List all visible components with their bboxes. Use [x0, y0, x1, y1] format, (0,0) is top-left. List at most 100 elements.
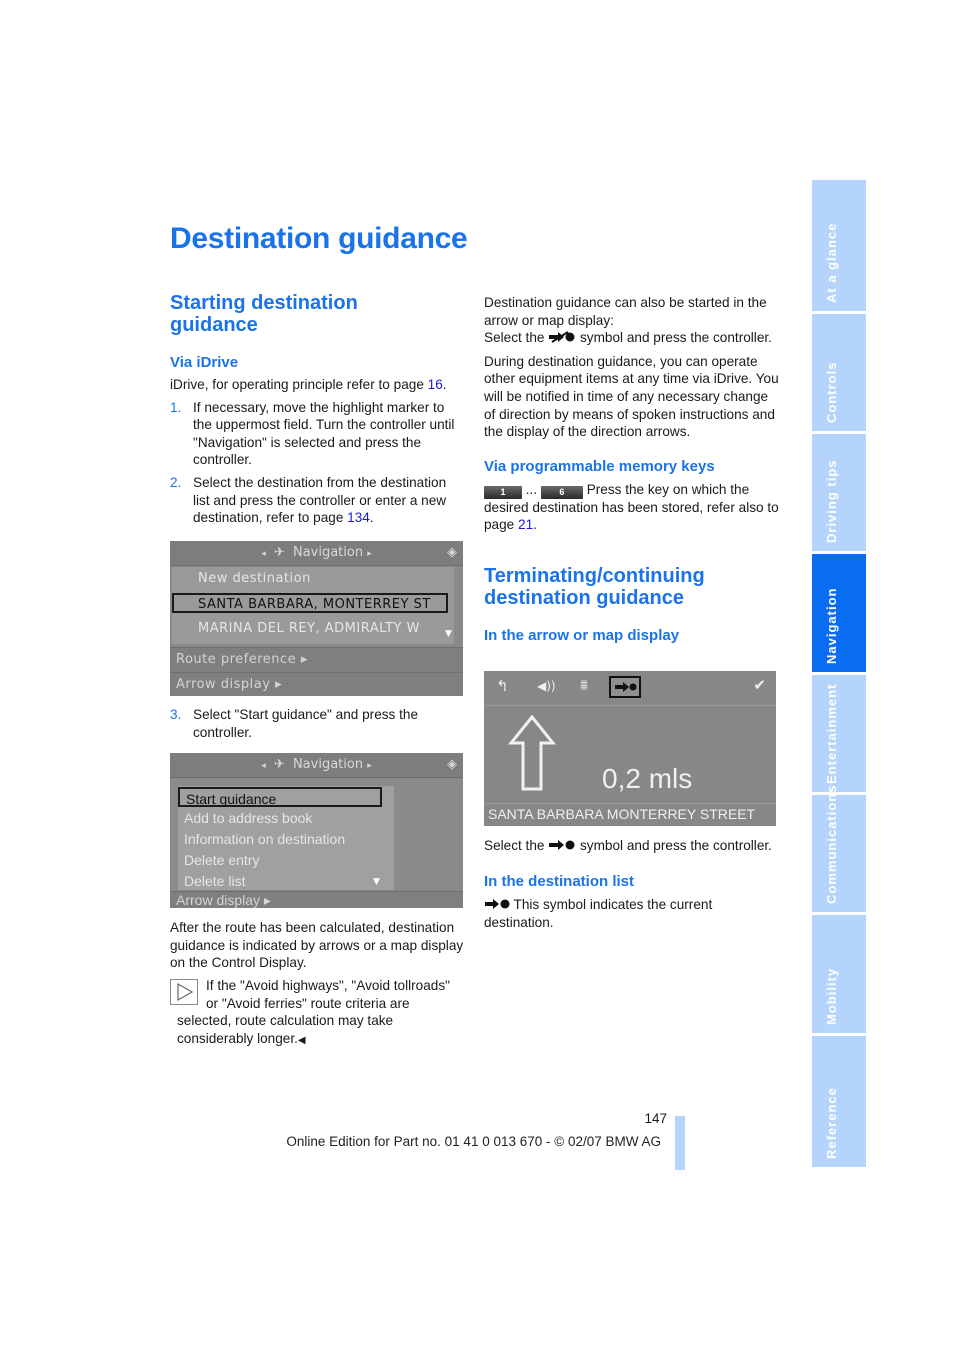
intro-text: iDrive, for operating principle refer to… — [170, 377, 428, 392]
highway-icon[interactable]: ⩩ — [580, 676, 588, 694]
page-link-21[interactable]: 21 — [518, 517, 533, 532]
menu-item-start-guidance[interactable]: Start guidance — [178, 787, 382, 807]
memory-keys-suffix: . — [533, 517, 537, 533]
current-destination-icon — [484, 897, 510, 915]
section-title-terminating: Terminating/continuing destination guida… — [484, 565, 779, 609]
page-title: Destination guidance — [170, 222, 468, 255]
side-tab-at-a-glance[interactable]: At a glance — [812, 180, 866, 311]
memory-key-6-button[interactable]: 6 — [540, 485, 583, 499]
side-tab-communications[interactable]: Communications — [812, 785, 866, 912]
step-suffix: . — [369, 510, 374, 526]
side-tab-label: Navigation — [824, 587, 839, 664]
note-triangle-icon — [170, 979, 198, 1005]
ellipsis: ... — [525, 481, 538, 497]
destination-guidance-icon — [548, 838, 576, 856]
step-2: 2. Select the destination from the destin… — [170, 474, 465, 527]
menu-item-arrow-display[interactable]: Arrow display ▸ — [176, 677, 282, 692]
menu-item-route-preference[interactable]: Route preference ▸ — [176, 652, 308, 667]
page-number: 147 — [644, 1111, 667, 1126]
select-symbol-instruction-2: Select the symbol and press the controll… — [484, 837, 779, 856]
select-prefix: Select the — [484, 838, 549, 853]
left-arrow-icon: ◂ — [261, 549, 266, 559]
side-tab-label: Entertainment — [824, 683, 839, 784]
scroll-down-icon[interactable]: ▼ — [373, 877, 380, 887]
voice-icon[interactable]: ◀)) — [537, 679, 556, 693]
steps-list-continued: 3. Select "Start guidance" and press the … — [170, 706, 465, 746]
right-column: Destination guidance can also be started… — [484, 294, 779, 645]
menu-item-delete-entry[interactable]: Delete entry — [184, 852, 259, 868]
heading-arrow-map-display: In the arrow or map display — [484, 626, 680, 644]
section-title-line1: Starting destination — [170, 292, 358, 314]
side-tab-mobility[interactable]: Mobility — [812, 915, 866, 1033]
step-text: If necessary, move the highlight marker … — [193, 399, 455, 468]
navigation-screen-destination-options: ◂ ✈ Navigation ▸ ◈ Start guidance Add to… — [170, 753, 463, 908]
side-tab-entertainment[interactable]: Entertainment — [812, 675, 866, 792]
select-suffix: symbol and press the controller. — [576, 838, 772, 853]
menu-item-delete-list[interactable]: Delete list — [184, 873, 245, 889]
step-number: 1. — [170, 399, 182, 415]
settings-wrench-icon[interactable]: ✔ — [753, 676, 766, 694]
side-tab-navigation[interactable]: Navigation — [812, 554, 866, 672]
step-text: Select "Start guidance" and press the co… — [193, 707, 419, 740]
screen-header: ◂ ✈ Navigation ▸ ◈ — [170, 541, 463, 566]
step-1: 1. If necessary, move the highlight marke… — [170, 399, 465, 469]
menu-item-new-destination[interactable]: New destination — [198, 571, 311, 586]
intro-suffix: . — [442, 377, 447, 392]
page-link-134[interactable]: 134 — [347, 510, 370, 525]
controller-icon: ◈ — [447, 757, 457, 772]
right-arrow-icon: ▸ — [367, 761, 372, 771]
side-tab-reference[interactable]: Reference — [812, 1036, 866, 1167]
note-text: If the "Avoid highways", "Avoid tollroad… — [170, 977, 465, 1049]
after-route-text: After the route has been calculated, des… — [170, 920, 464, 971]
street-divider — [484, 803, 776, 804]
menu-item-add-to-address-book[interactable]: Add to address book — [184, 810, 312, 826]
side-tab-label: Driving tips — [824, 459, 839, 543]
satellite-icon: ✈ — [273, 757, 285, 772]
step-number: 3. — [170, 707, 182, 722]
select-suffix: symbol and press the controller. — [576, 330, 772, 346]
footer-edition: Online Edition for Part no. 01 41 0 013 … — [286, 1134, 661, 1149]
side-tab-label: At a glance — [824, 222, 839, 303]
navigation-screen-destination-list: ◂ ✈ Navigation ▸ ◈ New destination SANTA… — [170, 541, 463, 696]
heading-via-idrive: Via iDrive — [170, 354, 239, 371]
idrive-intro: iDrive, for operating principle refer to… — [170, 376, 465, 394]
step-number: 2. — [170, 474, 182, 490]
steps-list: 1. If necessary, move the highlight marke… — [170, 399, 465, 527]
heading-memory-keys: Via programmable memory keys — [484, 457, 715, 475]
note-block: If the "Avoid highways", "Avoid tollroad… — [170, 977, 465, 1049]
side-tab-label: Communications — [824, 784, 839, 904]
right-column-lower: Select the symbol and press the controll… — [484, 837, 779, 932]
side-tab-controls[interactable]: Controls — [812, 314, 866, 431]
menu-item-marina-del-rey[interactable]: MARINA DEL REY, ADMIRALTY W — [198, 621, 420, 636]
page-marker-bar — [675, 1116, 685, 1170]
scroll-down-icon[interactable]: ▼ — [445, 629, 452, 639]
side-tab-driving-tips[interactable]: Driving tips — [812, 434, 866, 551]
left-column: Starting destination guidance Via iDrive… — [170, 292, 465, 532]
destination-guidance-crossed-icon — [548, 330, 576, 348]
straight-ahead-arrow-icon — [508, 715, 556, 791]
menu-item-information-on-destination[interactable]: Information on destination — [184, 831, 345, 847]
arrow-display-toolbar: ↰ ◀)) ⩩ ✔ — [484, 671, 776, 706]
heading-destination-list: In the destination list — [484, 872, 635, 890]
satellite-icon: ✈ — [273, 545, 285, 560]
arrow-display-intro: Destination guidance can also be started… — [484, 295, 767, 328]
arrow-display-screen: ↰ ◀)) ⩩ ✔ 0,2 mls SANTA BARBARA MONTERRE… — [484, 671, 776, 826]
right-arrow-icon: ▸ — [367, 549, 372, 559]
section-title-line2: destination guidance — [484, 586, 685, 609]
menu-item-santa-barbara[interactable]: SANTA BARBARA, MONTERREY ST — [172, 593, 448, 613]
menu-item-arrow-display[interactable]: Arrow display ▸ — [176, 892, 271, 908]
side-tab-label: Reference — [824, 1087, 839, 1159]
left-arrow-icon: ◂ — [261, 761, 266, 771]
back-icon[interactable]: ↰ — [496, 677, 509, 695]
memory-keys-text: 1 ... 6 Press the key on which the desir… — [484, 481, 779, 534]
select-prefix: Select the — [484, 330, 549, 346]
page-link-16[interactable]: 16 — [428, 377, 443, 392]
memory-key-1-button[interactable]: 1 — [484, 485, 522, 499]
step-text: Select the destination from the destinat… — [193, 474, 447, 526]
destination-guidance-icon[interactable] — [609, 676, 641, 698]
destination-list-text: This symbol indicates the current destin… — [484, 896, 779, 932]
section-title-line2: guidance — [170, 314, 258, 336]
step-3: 3. Select "Start guidance" and press the … — [170, 706, 465, 741]
section-title-line1: Terminating/continuing — [484, 564, 705, 587]
distance-readout: 0,2 mls — [602, 763, 693, 794]
